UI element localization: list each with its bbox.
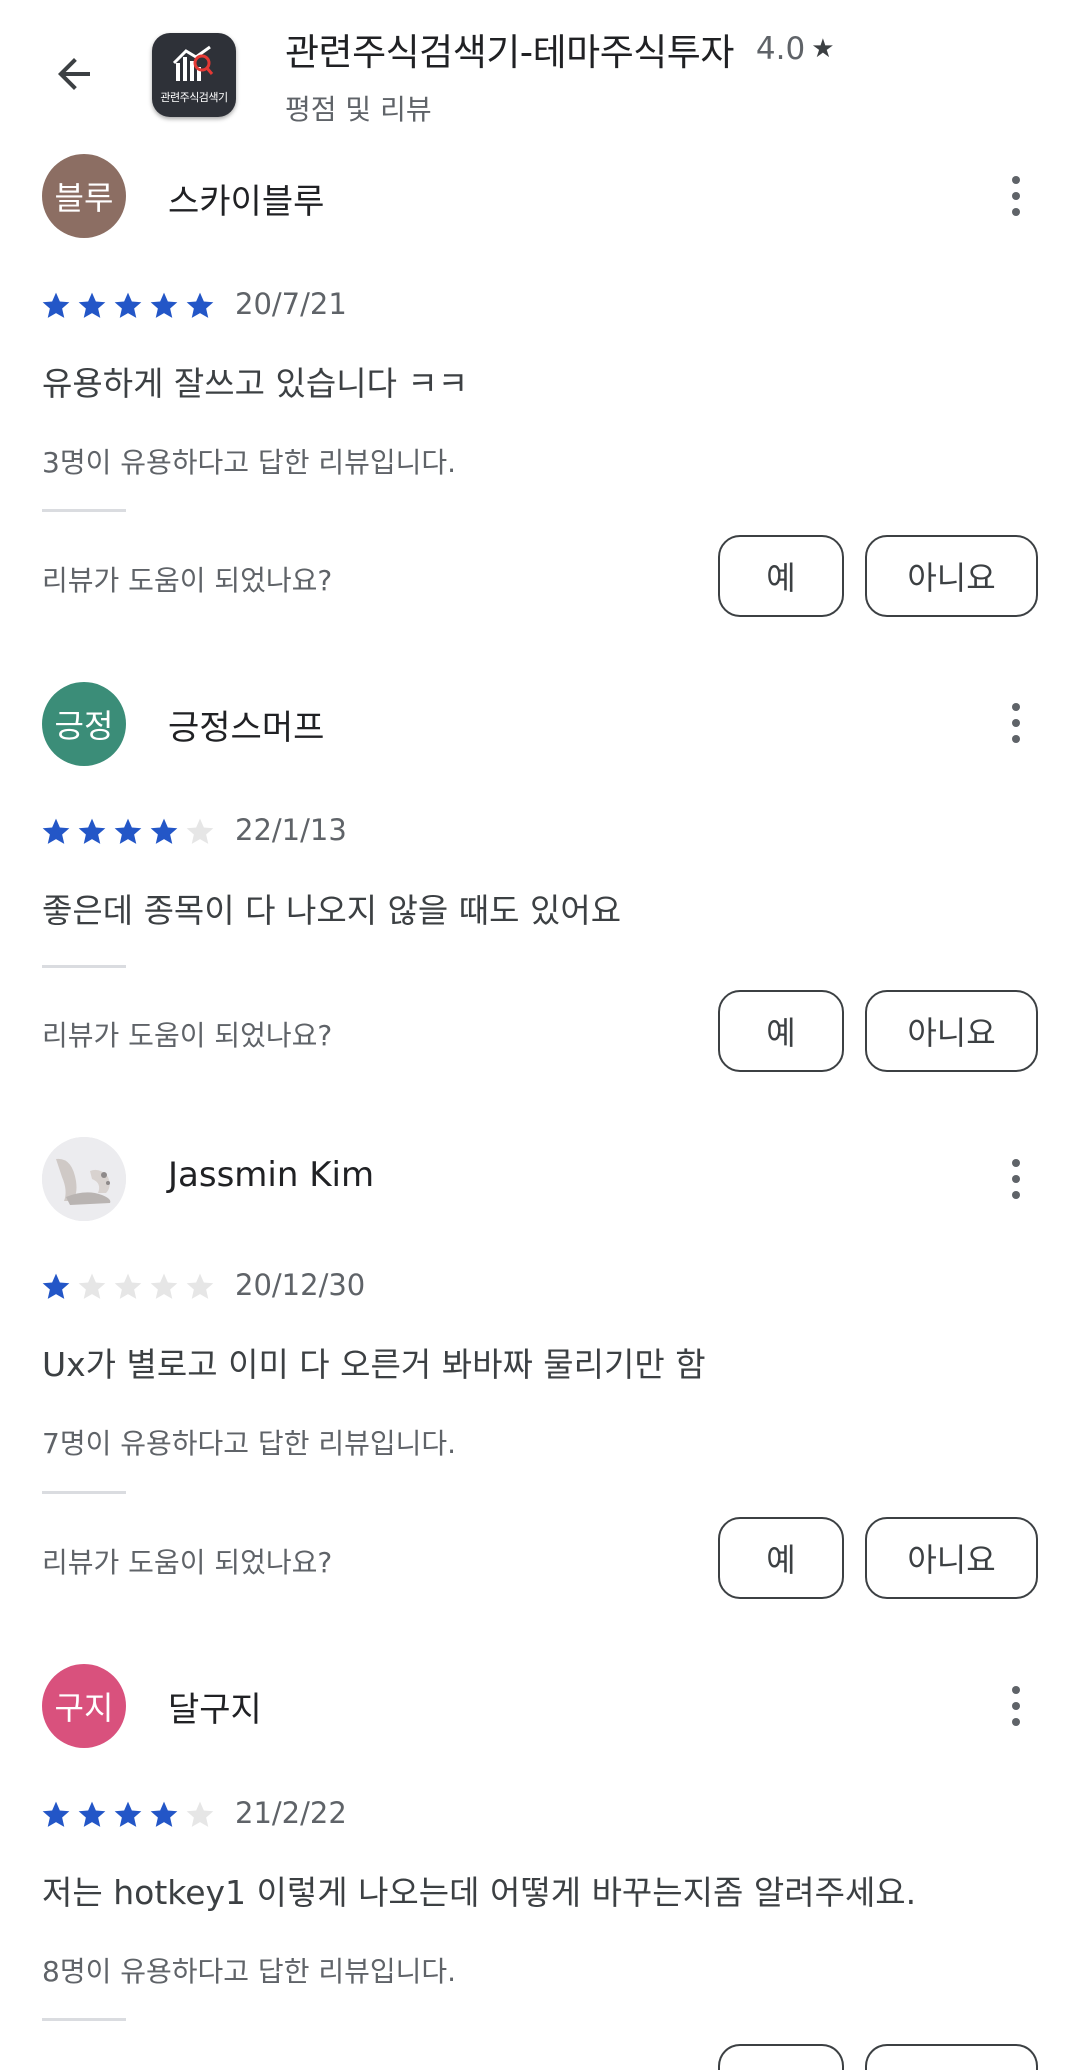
- star-filled-icon: [114, 292, 142, 318]
- more-vert-icon: [1012, 176, 1020, 184]
- avatar-initials: 긍정: [54, 707, 114, 745]
- more-options-button[interactable]: [996, 695, 1036, 751]
- review-text: 유용하게 잘쓰고 있습니다 ㅋㅋ: [42, 364, 469, 403]
- star-empty-icon: [150, 1273, 178, 1299]
- star-rating: [40, 1799, 216, 1831]
- app-title-row: 관련주식검색기-테마주식투자 4.0 ★: [285, 22, 835, 76]
- helpful-no-button[interactable]: [865, 2044, 1038, 2070]
- avatar: 블루: [42, 154, 126, 238]
- star-filled-icon: [150, 1801, 178, 1827]
- star-empty-icon: [186, 1801, 214, 1827]
- review-author: 달구지: [168, 1690, 262, 1730]
- star-rating: [40, 290, 216, 322]
- star-filled-icon: [42, 1801, 70, 1827]
- back-button[interactable]: [40, 40, 108, 108]
- review-text: 저는 hotkey1 이렇게 나오는데 어떻게 바꾸는지좀 알려주세요.: [42, 1873, 917, 1912]
- helpful-no-button[interactable]: 아니요: [865, 1517, 1038, 1599]
- divider: [42, 1491, 126, 1494]
- helpful-count: 8명이 유용하다고 답한 리뷰입니다.: [42, 1955, 457, 1988]
- review-text: Ux가 별로고 이미 다 오른거 봐바짜 물리기만 함: [42, 1345, 706, 1384]
- star-filled-icon: [114, 1801, 142, 1827]
- star-filled-icon: [150, 818, 178, 844]
- review-date: 22/1/13: [235, 813, 347, 847]
- avatar: [42, 1137, 126, 1221]
- app-icon-caption: 관련주식검색기: [160, 91, 228, 104]
- star-empty-icon: [186, 818, 214, 844]
- star-filled-icon: [78, 292, 106, 318]
- divider: [42, 965, 126, 968]
- review-date: 20/7/21: [235, 287, 347, 321]
- helpful-question: 리뷰가 도움이 되었나요?: [42, 1019, 333, 1052]
- helpful-count: 3명이 유용하다고 답한 리뷰입니다.: [42, 446, 457, 479]
- app-rating: 4.0: [755, 31, 806, 67]
- more-options-button[interactable]: [996, 1151, 1036, 1207]
- star-filled-icon: [186, 292, 214, 318]
- helpful-yes-button[interactable]: 예: [718, 1517, 844, 1599]
- helpful-no-button[interactable]: 아니요: [865, 535, 1038, 617]
- star-empty-icon: [114, 1273, 142, 1299]
- avatar: 긍정: [42, 682, 126, 766]
- review-date: 20/12/30: [235, 1268, 366, 1302]
- star-empty-icon: [186, 1273, 214, 1299]
- star-filled-icon: [78, 1801, 106, 1827]
- arrow-back-icon: [58, 58, 90, 90]
- rating-star-icon: ★: [811, 34, 835, 64]
- more-vert-icon: [1012, 1159, 1020, 1167]
- app-title: 관련주식검색기-테마주식투자: [285, 31, 734, 74]
- star-filled-icon: [42, 292, 70, 318]
- helpful-question: 리뷰가 도움이 되었나요?: [42, 1546, 333, 1579]
- more-options-button[interactable]: [996, 168, 1036, 224]
- avatar-initials: 구지: [54, 1689, 114, 1727]
- star-filled-icon: [42, 1273, 70, 1299]
- review-author: Jassmin Kim: [168, 1155, 375, 1195]
- star-filled-icon: [78, 818, 106, 844]
- star-filled-icon: [42, 818, 70, 844]
- divider: [42, 509, 126, 512]
- review-date: 21/2/22: [235, 1796, 347, 1830]
- avatar-photo-icon: [42, 1137, 126, 1221]
- more-vert-icon: [1012, 703, 1020, 711]
- helpful-count: 7명이 유용하다고 답한 리뷰입니다.: [42, 1427, 457, 1460]
- page-subtitle: 평점 및 리뷰: [285, 93, 432, 126]
- more-options-button[interactable]: [996, 1678, 1036, 1734]
- star-filled-icon: [150, 292, 178, 318]
- more-vert-icon: [1012, 1686, 1020, 1694]
- star-filled-icon: [114, 818, 142, 844]
- avatar: 구지: [42, 1664, 126, 1748]
- helpful-yes-button[interactable]: 예: [718, 990, 844, 1072]
- divider: [42, 2018, 126, 2021]
- review-author: 스카이블루: [168, 182, 325, 222]
- helpful-question: 리뷰가 도움이 되었나요?: [42, 564, 333, 597]
- review-author: 긍정스머프: [168, 708, 325, 748]
- star-rating: [40, 816, 216, 848]
- app-header: 관련주식검색기 관련주식검색기-테마주식투자 4.0 ★ 평점 및 리뷰: [0, 0, 1080, 150]
- star-rating: [40, 1271, 216, 1303]
- review-text: 좋은데 종목이 다 나오지 않을 때도 있어요: [42, 891, 622, 930]
- helpful-yes-button[interactable]: [718, 2044, 844, 2070]
- star-empty-icon: [78, 1273, 106, 1299]
- helpful-no-button[interactable]: 아니요: [865, 990, 1038, 1072]
- avatar-initials: 블루: [54, 179, 114, 217]
- helpful-yes-button[interactable]: 예: [718, 535, 844, 617]
- app-icon: 관련주식검색기: [152, 33, 236, 117]
